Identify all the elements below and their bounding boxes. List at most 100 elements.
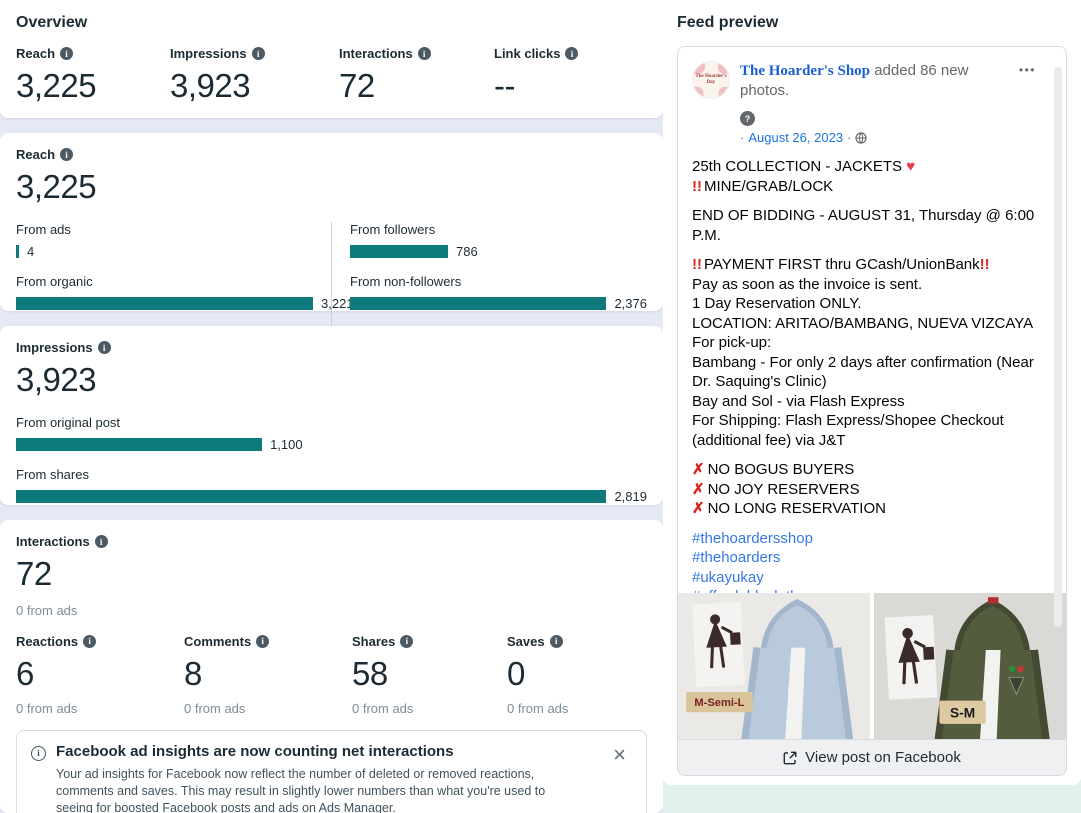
info-icon[interactable]: i xyxy=(565,47,578,60)
svg-text:M-Semi-L: M-Semi-L xyxy=(694,697,744,709)
metric-reactions: Reactionsi 6 0 from ads xyxy=(16,634,184,716)
metric-value: 6 xyxy=(16,655,184,693)
bar-from-followers: From followers 786 xyxy=(350,222,647,259)
post-date-link[interactable]: August 26, 2023 xyxy=(748,130,843,145)
page-avatar[interactable]: The Hoarder's Day xyxy=(692,61,730,99)
metric-saves: Savesi 0 0 from ads xyxy=(507,634,647,716)
bar xyxy=(350,297,606,310)
close-icon[interactable]: × xyxy=(607,743,632,767)
date-separator: · xyxy=(847,130,851,145)
post-text-line: 1 Day Reservation ONLY. xyxy=(692,294,1040,314)
bar-from-organic: From organic 3,221 xyxy=(16,274,313,311)
bang-icon: !! xyxy=(692,256,702,273)
post-text-line: 25th COLLECTION - JACKETS ♥ xyxy=(692,157,1040,177)
post-text: For pick-up: xyxy=(692,334,771,351)
page-name-link[interactable]: The Hoarder's Shop xyxy=(740,63,870,79)
info-icon[interactable]: i xyxy=(98,341,111,354)
metric-label: Impressions xyxy=(170,46,247,61)
post-text-line: ✗NO JOY RESERVERS xyxy=(692,480,1040,500)
post-text: NO BOGUS BUYERS xyxy=(708,461,855,478)
bar xyxy=(16,438,262,451)
metric-value: -- xyxy=(494,67,647,105)
info-icon[interactable]: i xyxy=(60,148,73,161)
post-text-line: Bay and Sol - via Flash Express xyxy=(692,392,1040,412)
external-link-icon xyxy=(783,751,797,765)
post-options-icon[interactable]: ••• xyxy=(1015,61,1040,145)
impressions-card-title: Impressions xyxy=(16,340,93,355)
bar xyxy=(16,297,313,310)
metric-interactions: Interactionsi 72 xyxy=(339,46,494,105)
feed-preview-panel: Feed preview The Hoarder's Day The Hoard… xyxy=(663,0,1081,785)
photo-jacket-olive[interactable]: S-M xyxy=(874,593,1066,739)
metric-value: 72 xyxy=(339,67,494,105)
post-text: 1 Day Reservation ONLY. xyxy=(692,295,862,312)
metric-label: Reactions xyxy=(16,634,78,649)
bar-from-ads: From ads 4 xyxy=(16,222,313,259)
reach-card: Reachi 3,225 From ads 4 From organic 3,2… xyxy=(0,133,663,311)
info-icon[interactable]: i xyxy=(418,47,431,60)
photo-jacket-blue[interactable]: M-Semi-L xyxy=(678,593,870,739)
metric-label: Shares xyxy=(352,634,395,649)
view-post-label: View post on Facebook xyxy=(805,749,961,766)
interactions-card: Interactions i 72 0 from ads Reactions i 6… xyxy=(0,520,663,813)
post-text: For Shipping: Flash Express/Shopee Check… xyxy=(692,412,1004,449)
hashtag-link[interactable]: #ukayukay xyxy=(692,568,1040,588)
info-icon[interactable]: i xyxy=(60,47,73,60)
overview-card: Overview Reachi 3,225 Impressionsi 3,923… xyxy=(0,0,663,118)
date-separator: · xyxy=(740,130,744,145)
post-text-line: LOCATION: ARITAO/BAMBANG, NUEVA VIZCAYA xyxy=(692,314,1040,334)
info-icon[interactable]: i xyxy=(83,635,96,648)
post-text: NO JOY RESERVERS xyxy=(708,481,860,498)
ad-insights-notice-banner: i Facebook ad insights are now counting … xyxy=(16,730,647,813)
hashtag-link[interactable]: #thehoardersshop xyxy=(692,529,1040,549)
feed-preview-title: Feed preview xyxy=(677,14,1067,32)
globe-privacy-icon xyxy=(855,132,867,144)
impressions-total: 3,923 xyxy=(16,361,647,399)
post-text: Bay and Sol - via Flash Express xyxy=(692,393,905,410)
metric-value: 8 xyxy=(184,655,352,693)
metric-impressions: Impressionsi 3,923 xyxy=(170,46,339,105)
post-text-line: Bambang - For only 2 days after confirma… xyxy=(692,353,1040,392)
overview-metrics: Reachi 3,225 Impressionsi 3,923 Interact… xyxy=(16,46,647,105)
post-text: PAYMENT FIRST thru GCash/UnionBank xyxy=(704,256,980,273)
post-text-line: ✗NO BOGUS BUYERS xyxy=(692,460,1040,480)
post-header: The Hoarder's Day The Hoarder's Shop add… xyxy=(692,61,1040,145)
post-photos: M-Semi-L xyxy=(678,593,1066,739)
post-body: 25th COLLECTION - JACKETS ♥!!MINE/GRAB/L… xyxy=(692,157,1040,519)
metric-shares: Sharesi 58 0 from ads xyxy=(352,634,507,716)
bang-icon: !! xyxy=(692,178,702,195)
bar xyxy=(16,490,606,503)
metric-from-ads: 0 from ads xyxy=(352,701,507,716)
post-scroll-area: The Hoarder's Day The Hoarder's Shop add… xyxy=(678,47,1066,593)
info-icon[interactable]: i xyxy=(400,635,413,648)
post-text: Pay as soon as the invoice is sent. xyxy=(692,276,922,293)
cross-icon: ✗ xyxy=(692,481,705,498)
info-icon[interactable]: i xyxy=(95,535,108,548)
metric-link-clicks: Link clicks i -- xyxy=(494,46,647,105)
view-post-on-facebook-button[interactable]: View post on Facebook xyxy=(678,739,1066,775)
interactions-from-ads: 0 from ads xyxy=(16,603,647,618)
post-text-line: For pick-up: xyxy=(692,333,1040,353)
post-text: MINE/GRAB/LOCK xyxy=(704,178,833,195)
insights-page: Overview Reachi 3,225 Impressionsi 3,923… xyxy=(0,0,1081,813)
post-text: END OF BIDDING - AUGUST 31, Thursday @ 6… xyxy=(692,207,1034,244)
interactions-total: 72 xyxy=(16,555,647,593)
hashtag-link[interactable]: #thehoarders xyxy=(692,548,1040,568)
post-scrollbar[interactable] xyxy=(1054,67,1062,627)
bar xyxy=(350,245,448,258)
info-icon[interactable]: i xyxy=(550,635,563,648)
bar-from-non-followers: From non-followers 2,376 xyxy=(350,274,647,311)
metric-label: Saves xyxy=(507,634,545,649)
interactions-card-title: Interactions xyxy=(16,534,90,549)
info-icon[interactable]: i xyxy=(252,47,265,60)
post-text-line: For Shipping: Flash Express/Shopee Check… xyxy=(692,411,1040,450)
reach-total: 3,225 xyxy=(16,168,647,206)
post-text: Bambang - For only 2 days after confirma… xyxy=(692,354,1034,391)
post-text-line: ✗NO LONG RESERVATION xyxy=(692,499,1040,519)
post-text-line: !!PAYMENT FIRST thru GCash/UnionBank!! xyxy=(692,255,1040,275)
info-icon[interactable]: i xyxy=(256,635,269,648)
facebook-post-card: The Hoarder's Day The Hoarder's Shop add… xyxy=(677,46,1067,776)
post-text: 25th COLLECTION - JACKETS xyxy=(692,158,906,175)
metric-from-ads: 0 from ads xyxy=(184,701,352,716)
metric-label: Link clicks xyxy=(494,46,560,61)
